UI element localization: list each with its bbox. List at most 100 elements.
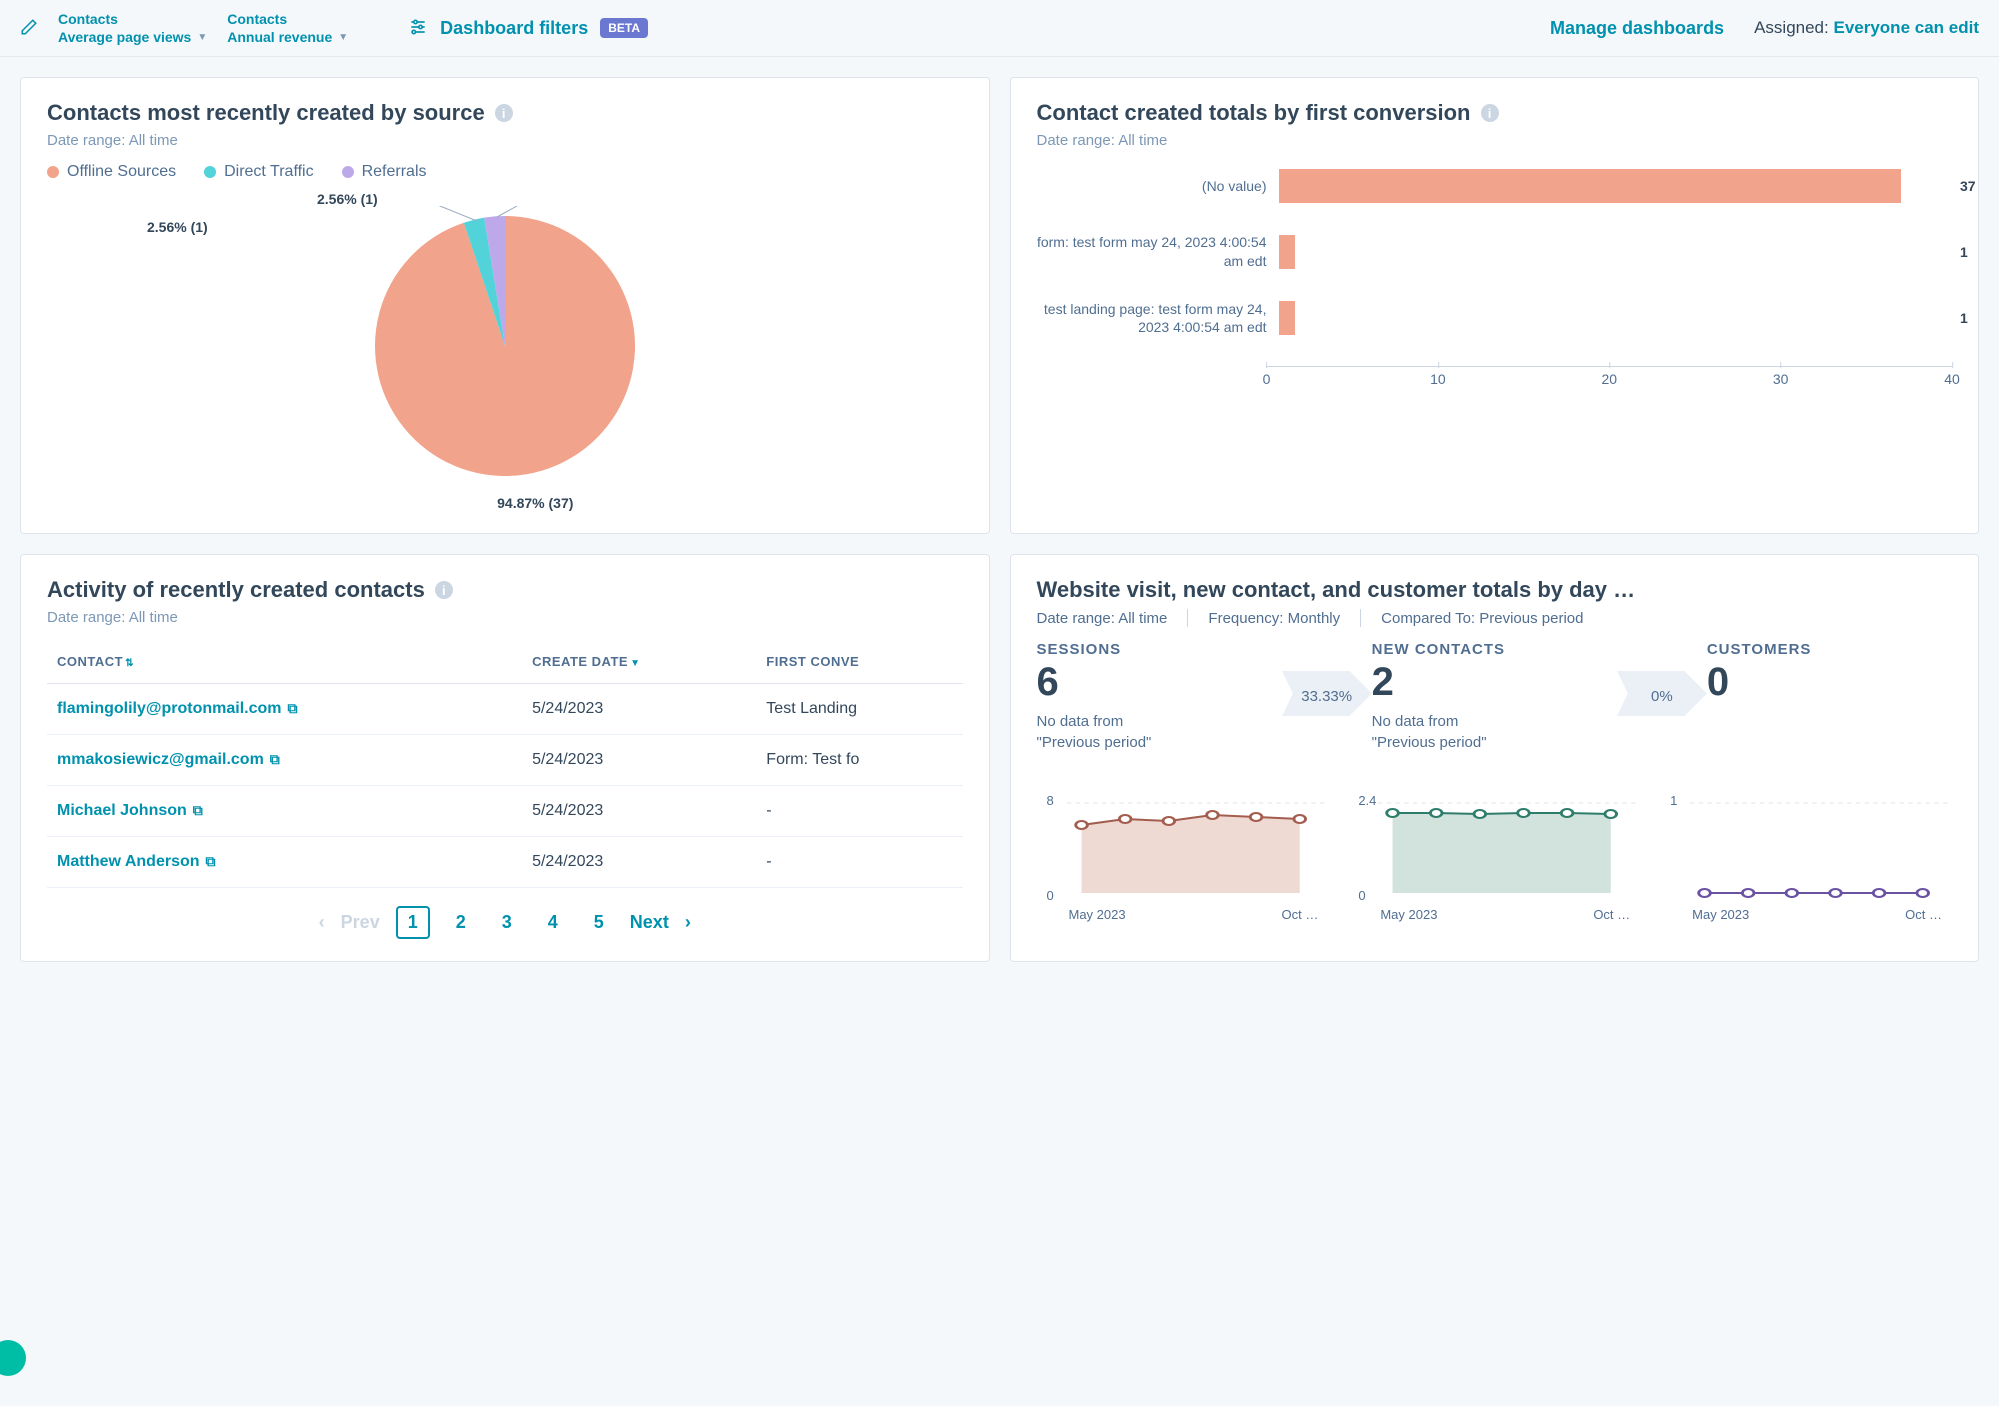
pager-next-chevron-icon[interactable]: › (685, 912, 691, 933)
assigned-value-link[interactable]: Everyone can edit (1833, 18, 1979, 37)
info-icon[interactable]: i (435, 581, 453, 599)
pager-page[interactable]: 3 (492, 908, 522, 937)
card-meta: Date range: All time Frequency: Monthly … (1037, 609, 1953, 627)
beta-badge: BETA (600, 18, 648, 38)
legend-item-referrals[interactable]: Referrals (342, 163, 427, 181)
th-contact[interactable]: CONTACT⇅ (47, 640, 522, 684)
chevron-down-icon: ▼ (197, 31, 207, 44)
card-subtitle: Date range: All time (47, 132, 963, 149)
card-contacts-by-source: Contacts most recently created by source… (20, 77, 990, 534)
card-activity-contacts: Activity of recently created contacts i … (20, 554, 990, 962)
cell-date: 5/24/2023 (522, 786, 756, 837)
sort-desc-icon: ▼ (630, 658, 640, 669)
pie-label-s2: 2.56% (1) (317, 191, 378, 207)
meta-range: Date range: All time (1037, 610, 1168, 627)
assigned-label: Assigned: Everyone can edit (1754, 18, 1979, 38)
dropdown-contacts-revenue[interactable]: Contacts Annual revenue ▼ (227, 10, 348, 46)
edit-icon[interactable] (20, 18, 38, 39)
dashboard-topbar: Contacts Average page views ▼ Contacts An… (0, 0, 1999, 57)
pagination: ‹ Prev 1 2 3 4 5 Next › (47, 906, 963, 939)
dashboard-filters-group: Dashboard filters BETA (408, 17, 648, 40)
filter-icon[interactable] (408, 17, 428, 40)
pie-svg (365, 206, 645, 486)
pie-legend: Offline Sources Direct Traffic Referrals (47, 163, 963, 181)
info-icon[interactable]: i (495, 104, 513, 122)
legend-item-direct[interactable]: Direct Traffic (204, 163, 314, 181)
pager-prev: Prev (341, 912, 380, 933)
pager-page[interactable]: 5 (584, 908, 614, 937)
dropdown-line1: Contacts (58, 10, 118, 28)
card-subtitle: Date range: All time (1037, 132, 1953, 149)
hbar-fill[interactable]: 1 (1279, 301, 1296, 335)
hbar-label: test landing page: test form may 24, 202… (1037, 300, 1267, 336)
contact-link[interactable]: Matthew Anderson⧉ (47, 837, 522, 888)
table-row: Michael Johnson⧉ 5/24/2023 - (47, 786, 963, 837)
dashboard-grid: Contacts most recently created by source… (0, 57, 1999, 982)
cell-date: 5/24/2023 (522, 837, 756, 888)
meta-freq: Frequency: Monthly (1208, 610, 1340, 627)
card-subtitle: Date range: All time (47, 609, 963, 626)
metric-new-contacts: NEW CONTACTS 2 No data from "Previous pe… (1372, 641, 1617, 753)
pager-page[interactable]: 2 (446, 908, 476, 937)
pager-page[interactable]: 4 (538, 908, 568, 937)
funnel-metrics: SESSIONS 6 No data from "Previous period… (1037, 641, 1953, 753)
dot-icon (204, 166, 216, 178)
cell-conv: Test Landing (756, 684, 962, 735)
mini-chart-sessions: 8 0 May 2023Oct … (1037, 793, 1329, 922)
divider (1360, 609, 1361, 627)
dot-icon (342, 166, 354, 178)
hbar-chart: (No value) 37 form: test form may 24, 20… (1037, 169, 1953, 390)
info-icon[interactable]: i (1481, 104, 1499, 122)
funnel-arrow: 0% (1617, 671, 1707, 721)
metric-customers: CUSTOMERS 0 (1707, 641, 1952, 705)
hbar-fill[interactable]: 37 (1279, 169, 1902, 203)
contacts-table: CONTACT⇅ CREATE DATE▼ FIRST CONVE flamin… (47, 640, 963, 888)
hbar-fill[interactable]: 1 (1279, 235, 1296, 269)
cell-conv: - (756, 786, 962, 837)
card-first-conversion: Contact created totals by first conversi… (1010, 77, 1980, 534)
pie-label-main: 94.87% (37) (497, 495, 573, 511)
divider (1187, 609, 1188, 627)
cell-date: 5/24/2023 (522, 735, 756, 786)
contact-link[interactable]: flamingolily@protonmail.com⧉ (47, 684, 522, 735)
card-title: Activity of recently created contacts i (47, 577, 963, 603)
dot-icon (47, 166, 59, 178)
th-create-date[interactable]: CREATE DATE▼ (522, 640, 756, 684)
pager-page[interactable]: 1 (396, 906, 430, 939)
chevron-down-icon: ▼ (338, 31, 348, 44)
metric-sessions: SESSIONS 6 No data from "Previous period… (1037, 641, 1282, 753)
help-bubble-icon[interactable] (0, 1340, 26, 1376)
dropdown-line2: Annual revenue (227, 28, 332, 46)
hbar-row: (No value) 37 (1037, 169, 1953, 203)
dashboard-filters-link[interactable]: Dashboard filters (440, 18, 588, 39)
meta-comp: Compared To: Previous period (1381, 610, 1583, 627)
external-link-icon: ⧉ (288, 700, 298, 716)
pager-next[interactable]: Next (630, 912, 669, 933)
hbar-axis: 0 10 20 30 40 (1037, 366, 1953, 390)
dropdown-line1: Contacts (227, 10, 287, 28)
sort-icon: ⇅ (125, 658, 134, 669)
cell-date: 5/24/2023 (522, 684, 756, 735)
hbar-label: form: test form may 24, 2023 4:00:54 am … (1037, 233, 1267, 269)
hbar-row: test landing page: test form may 24, 202… (1037, 300, 1953, 336)
external-link-icon: ⧉ (206, 853, 216, 869)
legend-item-offline[interactable]: Offline Sources (47, 163, 176, 181)
mini-chart-contacts: 2.4 0 May 2023Oct … (1348, 793, 1640, 922)
contact-link[interactable]: mmakosiewicz@gmail.com⧉ (47, 735, 522, 786)
card-title: Contacts most recently created by source… (47, 100, 963, 126)
dropdown-line2: Average page views (58, 28, 191, 46)
th-first-conversion[interactable]: FIRST CONVE (756, 640, 962, 684)
table-row: mmakosiewicz@gmail.com⧉ 5/24/2023 Form: … (47, 735, 963, 786)
dropdown-contacts-pageviews[interactable]: Contacts Average page views ▼ (58, 10, 207, 46)
contact-link[interactable]: Michael Johnson⧉ (47, 786, 522, 837)
pager-prev-chevron-icon: ‹ (319, 912, 325, 933)
hbar-label: (No value) (1037, 177, 1267, 195)
funnel-arrow: 33.33% (1282, 671, 1372, 721)
cell-conv: Form: Test fo (756, 735, 962, 786)
cell-conv: - (756, 837, 962, 888)
external-link-icon: ⧉ (270, 751, 280, 767)
table-row: flamingolily@protonmail.com⧉ 5/24/2023 T… (47, 684, 963, 735)
card-website-totals: Website visit, new contact, and customer… (1010, 554, 1980, 962)
manage-dashboards-link[interactable]: Manage dashboards (1550, 18, 1724, 39)
external-link-icon: ⧉ (193, 802, 203, 818)
